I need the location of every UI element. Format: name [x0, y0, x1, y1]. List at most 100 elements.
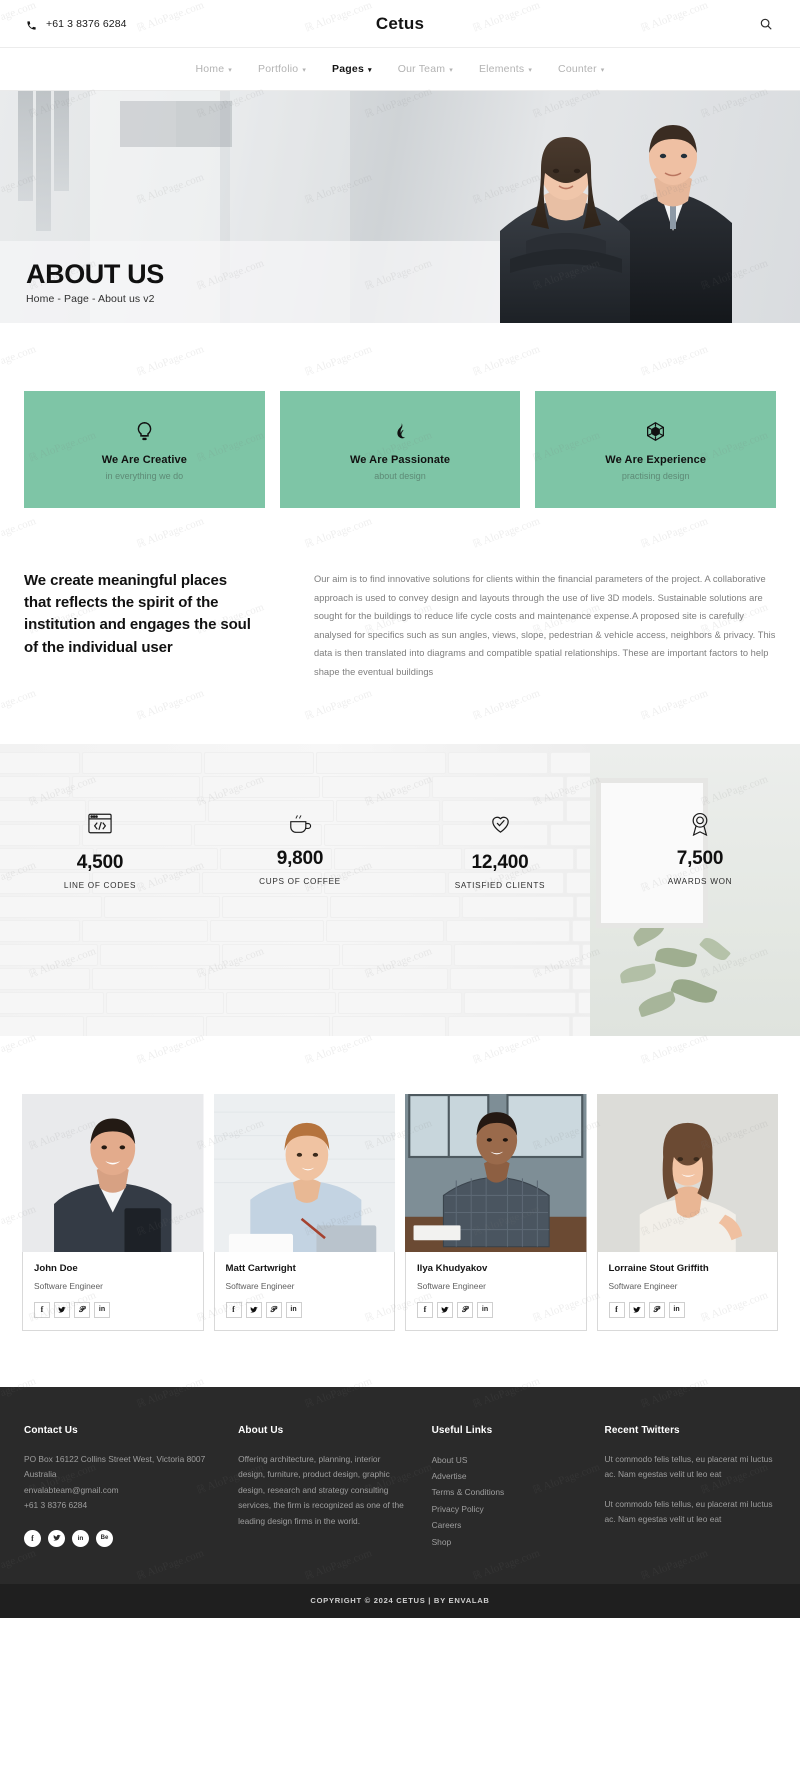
nav-item-our-team[interactable]: Our Team ▾: [398, 63, 453, 75]
member-info: Lorraine Stout Griffith Software Enginee…: [596, 1251, 778, 1331]
facebook-icon[interactable]: f: [225, 1301, 242, 1318]
twitter-icon[interactable]: [628, 1301, 645, 1318]
site-footer: Contact Us PO Box 16122 Collins Street W…: [0, 1386, 800, 1584]
member-info: Matt Cartwright Software Engineer f 𝒫 in: [213, 1251, 395, 1331]
nav-label: Counter: [558, 63, 597, 75]
hero-text-block: ABOUT US Home - Page - About us v2: [26, 259, 164, 305]
footer-link-advertise[interactable]: Advertise: [432, 1468, 583, 1484]
member-name: Ilya Khudyakov: [417, 1262, 488, 1274]
footer-link-terms[interactable]: Terms & Conditions: [432, 1484, 583, 1500]
footer-heading: About Us: [238, 1424, 284, 1436]
feature-title: We Are Creative: [101, 454, 187, 466]
page-root: +61 3 8376 6284 Cetus Home ▾ Portfolio ▾…: [0, 0, 800, 1618]
member-info: Ilya Khudyakov Software Engineer f 𝒫 in: [405, 1251, 587, 1331]
member-role: Software Engineer: [608, 1280, 678, 1291]
linkedin-icon[interactable]: in: [285, 1301, 302, 1318]
award-badge-icon: [600, 810, 800, 838]
footer-heading: Useful Links: [431, 1424, 493, 1436]
chevron-down-icon: ▾: [367, 66, 372, 74]
pinterest-icon[interactable]: 𝒫: [648, 1301, 665, 1318]
tweet-item: Ut commodo felis tellus, eu placerat mi …: [604, 1498, 773, 1525]
nav-item-elements[interactable]: Elements ▾: [479, 63, 532, 75]
facebook-icon[interactable]: f: [24, 1529, 41, 1547]
behance-icon[interactable]: Be: [96, 1529, 113, 1547]
nav-item-counter[interactable]: Counter ▾: [558, 63, 604, 75]
counter-label: CUPS OF COFFEE: [259, 876, 341, 886]
member-info: John Doe Software Engineer f 𝒫 in: [22, 1251, 204, 1331]
footer-link-shop[interactable]: Shop: [432, 1534, 583, 1550]
linkedin-icon[interactable]: in: [477, 1301, 493, 1318]
counter-value: 7,500: [676, 847, 724, 869]
feature-card-experience[interactable]: We Are Experience practising design: [535, 391, 777, 508]
counter-label: LINE OF CODES: [63, 880, 137, 890]
hero-team-photo: [500, 125, 732, 323]
pinterest-icon[interactable]: 𝒫: [457, 1301, 473, 1318]
nav-item-portfolio[interactable]: Portfolio ▾: [258, 63, 306, 75]
member-socials: f 𝒫 in: [608, 1301, 767, 1318]
counter-line-of-codes: 4,500 LINE OF CODES: [0, 810, 200, 890]
counter-satisfied-clients: 12,400 SATISFIED CLIENTS: [400, 810, 600, 890]
counter-awards-won: 7,500 AWARDS WON: [600, 810, 800, 890]
footer-link-privacy[interactable]: Privacy Policy: [432, 1501, 583, 1517]
twitter-icon[interactable]: [54, 1301, 70, 1318]
footer-address: PO Box 16122 Collins Street West, Victor…: [24, 1453, 206, 1480]
member-photo: [213, 1093, 395, 1252]
top-bar: +61 3 8376 6284 Cetus: [0, 0, 800, 48]
member-name: John Doe: [34, 1262, 78, 1274]
member-name: Matt Cartwright: [225, 1262, 296, 1274]
team-member-card[interactable]: John Doe Software Engineer f 𝒫 in: [22, 1093, 204, 1331]
team-member-card[interactable]: Matt Cartwright Software Engineer f 𝒫 in: [213, 1093, 395, 1331]
contact-phone[interactable]: +61 3 8376 6284: [26, 18, 127, 30]
chevron-down-icon: ▾: [600, 66, 605, 74]
coffee-cup-icon: [200, 810, 400, 838]
counter-value: 4,500: [76, 851, 124, 873]
twitter-icon[interactable]: [437, 1301, 453, 1318]
search-icon[interactable]: [758, 16, 774, 32]
footer-link-careers[interactable]: Careers: [432, 1517, 583, 1533]
footer-links-column: Useful Links About US Advertise Terms & …: [432, 1425, 583, 1550]
intro-paragraph: Our aim is to find innovative solutions …: [314, 574, 776, 677]
facebook-icon[interactable]: f: [417, 1301, 433, 1318]
heart-check-icon: [400, 810, 600, 838]
feature-subtitle: practising design: [621, 471, 690, 481]
lightbulb-icon: [134, 418, 155, 444]
nav-item-pages[interactable]: Pages ▾: [332, 63, 372, 75]
nav-item-home[interactable]: Home ▾: [195, 63, 232, 75]
team-member-card[interactable]: Ilya Khudyakov Software Engineer f 𝒫 in: [405, 1093, 587, 1331]
member-socials: f 𝒫 in: [34, 1301, 192, 1318]
feature-card-creative[interactable]: We Are Creative in everything we do: [24, 391, 265, 508]
counters-section: 4,500 LINE OF CODES 9,800 CUPS OF COFFEE: [0, 743, 800, 1036]
feature-subtitle: about design: [374, 471, 426, 481]
twitter-icon[interactable]: [245, 1301, 262, 1318]
linkedin-icon[interactable]: in: [94, 1301, 110, 1318]
member-role: Software Engineer: [225, 1280, 295, 1291]
footer-phone[interactable]: +61 3 8376 6284: [24, 1498, 216, 1514]
feature-cards: We Are Creative in everything we do We A…: [0, 323, 800, 508]
footer-heading: Recent Twitters: [604, 1424, 680, 1436]
twitter-icon[interactable]: [48, 1529, 65, 1547]
footer-link-about-us[interactable]: About US: [432, 1452, 583, 1468]
footer-about-column: About Us Offering architecture, planning…: [238, 1425, 410, 1550]
phone-icon: [26, 18, 37, 30]
linkedin-icon[interactable]: in: [72, 1529, 89, 1547]
polyhedron-icon: [645, 418, 666, 444]
footer-heading: Contact Us: [24, 1424, 78, 1436]
member-photo: [22, 1093, 204, 1252]
member-socials: f 𝒫 in: [417, 1301, 575, 1318]
pinterest-icon[interactable]: 𝒫: [74, 1301, 90, 1318]
nav-label: Elements: [478, 63, 525, 75]
facebook-icon[interactable]: f: [34, 1301, 50, 1318]
team-member-card[interactable]: Lorraine Stout Griffith Software Enginee…: [596, 1093, 778, 1331]
main-navigation: Home ▾ Portfolio ▾ Pages ▾ Our Team ▾ El…: [0, 48, 800, 91]
pinterest-icon[interactable]: 𝒫: [265, 1301, 282, 1318]
linkedin-icon[interactable]: in: [668, 1301, 685, 1318]
footer-tweets-column: Recent Twitters Ut commodo felis tellus,…: [605, 1425, 777, 1550]
feature-subtitle: in everything we do: [105, 471, 184, 481]
member-photo: [596, 1093, 778, 1252]
facebook-icon[interactable]: f: [608, 1301, 625, 1318]
feature-card-passionate[interactable]: We Are Passionate about design: [279, 391, 521, 508]
intro-section: We create meaningful places that reflect…: [0, 508, 800, 682]
member-role: Software Engineer: [417, 1280, 486, 1291]
footer-email[interactable]: envalabteam@gmail.com: [24, 1483, 216, 1499]
footer-contact-column: Contact Us PO Box 16122 Collins Street W…: [24, 1425, 216, 1550]
